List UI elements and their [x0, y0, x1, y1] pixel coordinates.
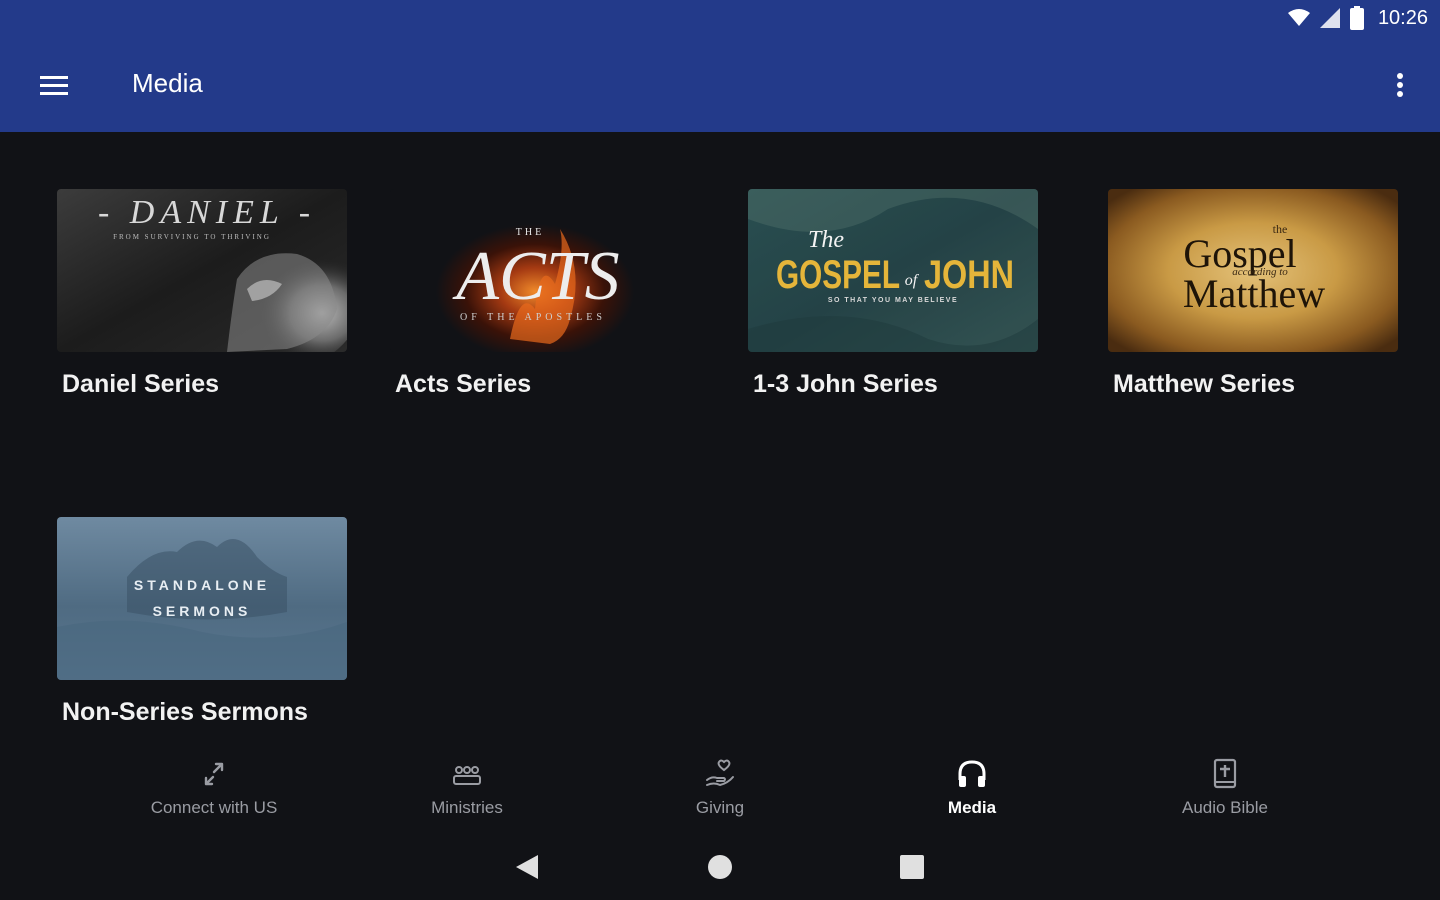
hand-heart-icon [706, 759, 734, 787]
group-people-icon [453, 766, 481, 785]
toolbar: Media [0, 40, 1440, 132]
media-card-acts[interactable]: THE ACTS OF THE APOSTLES Acts Series [390, 189, 680, 399]
nav-item-ministries[interactable]: Ministries [367, 758, 567, 824]
signal-icon [1319, 8, 1340, 28]
nav-item-media[interactable]: Media [872, 758, 1072, 824]
acts-thumbnail: THE ACTS OF THE APOSTLES [390, 189, 680, 352]
wifi-icon [1287, 9, 1310, 26]
standalone-thumb-heading2: SERMONS [153, 603, 252, 619]
battery-icon [1349, 6, 1364, 30]
daniel-thumbnail: - DANIEL - FROM SURVIVING TO THRIVING [57, 189, 347, 352]
acts-thumb-subheading: OF THE APOSTLES [460, 312, 606, 323]
bottom-navigation: Connect with US Ministries Giving Media [0, 752, 1440, 830]
app-bar: 10:26 Media [0, 0, 1440, 132]
nav-label: Ministries [431, 798, 503, 817]
status-icons: 10:26 [1287, 6, 1428, 30]
john-thumb-heading2: JOHN [924, 253, 1014, 297]
system-navigation [0, 830, 1440, 900]
acts-thumb-kicker: THE [516, 227, 544, 238]
matthew-thumb-heading2: Matthew [1183, 271, 1325, 316]
card-title: Non-Series Sermons [62, 698, 308, 726]
hamburger-menu-icon[interactable] [30, 66, 78, 106]
john-thumb-kicker: The [808, 227, 844, 253]
media-card-non-series[interactable]: STANDALONE SERMONS Non-Series Sermons [57, 517, 347, 727]
nav-item-giving[interactable]: Giving [620, 758, 820, 824]
recents-icon[interactable] [895, 850, 929, 884]
nav-label: Media [947, 798, 997, 817]
card-title: 1-3 John Series [753, 370, 938, 398]
acts-thumb-heading: ACTS [452, 238, 619, 315]
media-card-john[interactable]: The GOSPEL of JOHN SO THAT YOU MAY BELIE… [748, 189, 1038, 399]
card-title: Acts Series [395, 370, 532, 398]
back-icon[interactable] [510, 850, 544, 884]
page-title: Media [132, 68, 203, 98]
standalone-thumbnail: STANDALONE SERMONS [57, 517, 347, 680]
daniel-thumb-subheading: FROM SURVIVING TO THRIVING [113, 233, 271, 241]
matthew-thumbnail: the Gospel according to Matthew [1108, 189, 1398, 352]
card-title: Matthew Series [1113, 370, 1296, 398]
media-grid: - DANIEL - FROM SURVIVING TO THRIVING Da… [0, 132, 1440, 752]
nav-label: Connect with US [150, 798, 278, 817]
status-bar: 10:26 [0, 0, 1440, 40]
media-card-matthew[interactable]: the Gospel according to Matthew Matthew … [1108, 189, 1398, 399]
more-vert-icon[interactable] [1388, 66, 1412, 106]
nav-item-audio-bible[interactable]: Audio Bible [1125, 758, 1325, 824]
status-time: 10:26 [1377, 6, 1428, 29]
connect-arrows-icon [204, 762, 224, 786]
home-icon[interactable] [703, 850, 737, 884]
media-card-daniel[interactable]: - DANIEL - FROM SURVIVING TO THRIVING Da… [57, 189, 347, 399]
john-thumbnail: The GOSPEL of JOHN SO THAT YOU MAY BELIE… [748, 189, 1038, 352]
standalone-thumb-heading: STANDALONE [134, 577, 270, 593]
nav-item-connect[interactable]: Connect with US [114, 758, 314, 824]
daniel-thumb-heading: - DANIEL - [98, 194, 316, 231]
john-thumb-heading: GOSPEL [776, 253, 900, 297]
john-thumb-subheading: SO THAT YOU MAY BELIEVE [828, 297, 958, 304]
card-title: Daniel Series [62, 370, 220, 398]
nav-label: Audio Bible [1181, 798, 1268, 817]
headphones-icon [958, 760, 986, 787]
nav-label: Giving [695, 798, 745, 817]
bible-book-icon [1213, 758, 1237, 789]
